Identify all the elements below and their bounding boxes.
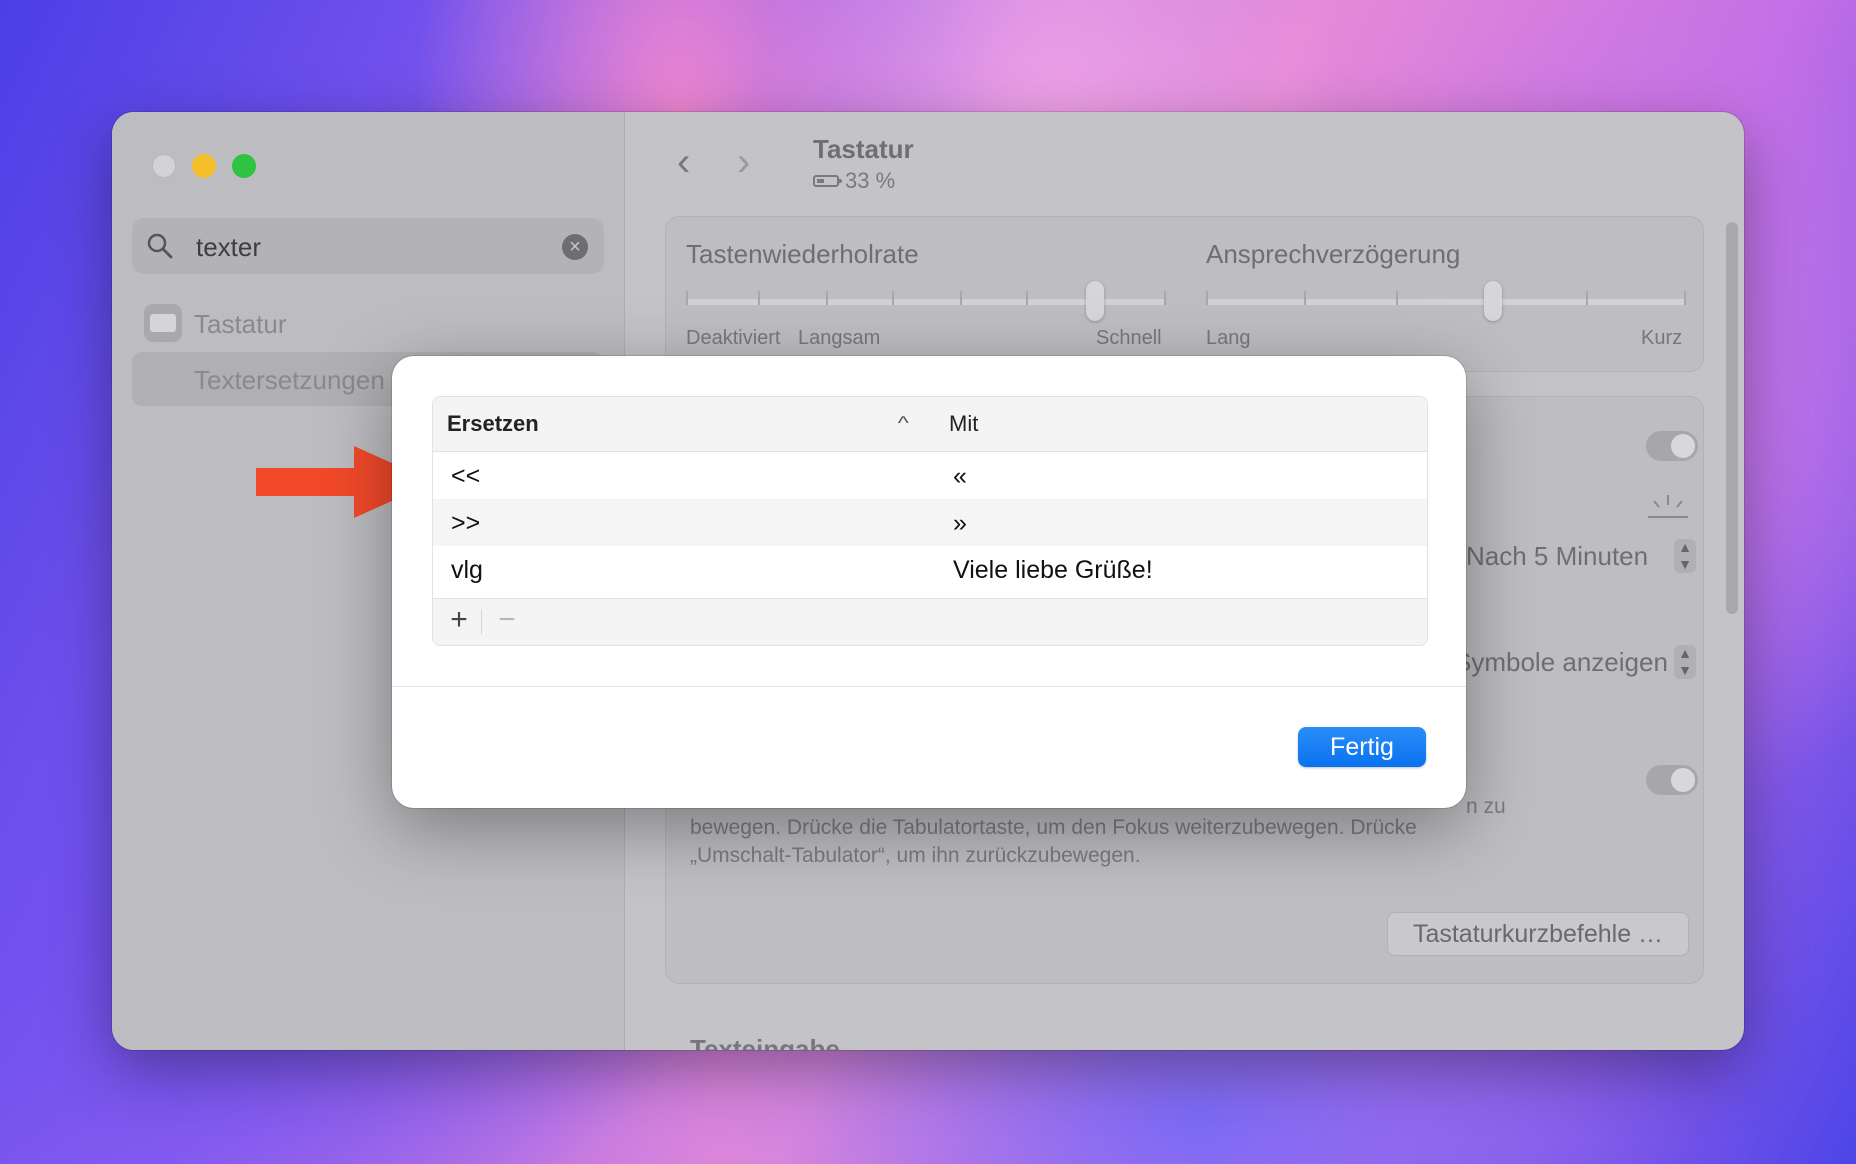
table-footer: + −	[433, 598, 1427, 645]
done-button[interactable]: Fertig	[1298, 727, 1426, 767]
repeat-label-fast: Schnell	[1096, 327, 1162, 349]
delay-knob[interactable]	[1484, 281, 1502, 321]
table-row[interactable]: << «	[433, 452, 1427, 499]
battery-status: 33 %	[813, 168, 895, 194]
sidebar-item-keyboard[interactable]: Tastatur	[132, 296, 604, 350]
forward-chevron-icon[interactable]: ›	[737, 142, 750, 182]
focus-description: bewegen. Drücke die Tabulatortaste, um d…	[690, 816, 1417, 867]
text-replacements-dialog: Ersetzen ^ Mit << « >> » vlg Viele liebe…	[392, 356, 1466, 808]
table-row[interactable]: vlg Viele liebe Grüße!	[433, 546, 1427, 593]
scrollbar[interactable]	[1726, 222, 1738, 614]
repeat-label-slow: Langsam	[798, 327, 881, 349]
replace-cell[interactable]: >>	[451, 509, 480, 538]
delay-slider[interactable]	[1206, 281, 1686, 321]
table-header: Ersetzen ^ Mit	[433, 397, 1427, 452]
replacements-table: Ersetzen ^ Mit << « >> » vlg Viele liebe…	[432, 396, 1428, 646]
replace-cell[interactable]: <<	[451, 462, 480, 491]
search-field[interactable]: texter ×	[132, 218, 604, 274]
remove-entry-button[interactable]: −	[493, 603, 521, 637]
sidebar-item-label: Tastatur	[194, 309, 287, 339]
key-repeat-panel: Tastenwiederholrate Deaktiviert Langsam …	[665, 216, 1704, 372]
table-row[interactable]: >> »	[433, 499, 1427, 546]
footer-divider	[481, 609, 482, 635]
with-cell[interactable]: Viele liebe Grüße!	[953, 556, 1153, 585]
minimize-button[interactable]	[192, 154, 216, 178]
search-input[interactable]: texter	[196, 232, 261, 263]
keyboard-shortcuts-button[interactable]: Tastaturkurzbefehle …	[1387, 912, 1689, 956]
replace-cell[interactable]: vlg	[451, 556, 483, 585]
brightness-toggle[interactable]	[1646, 431, 1698, 461]
search-icon	[147, 233, 173, 259]
clear-search-icon[interactable]: ×	[562, 234, 588, 260]
sort-ascending-icon[interactable]: ^	[898, 413, 909, 434]
repeat-rate-slider[interactable]	[686, 281, 1166, 321]
page-title: Tastatur	[813, 134, 914, 164]
column-header-with[interactable]: Mit	[949, 411, 978, 437]
add-entry-button[interactable]: +	[445, 603, 473, 637]
close-button[interactable]	[152, 154, 176, 178]
backlight-stepper-icon[interactable]: ▲ ▼	[1674, 539, 1696, 573]
brightness-high-icon	[1648, 495, 1688, 518]
backlight-off-value[interactable]: Nach 5 Minuten	[1466, 541, 1648, 572]
column-header-replace[interactable]: Ersetzen	[447, 411, 539, 437]
delay-label-short: Kurz	[1641, 327, 1683, 349]
repeat-label-off: Deaktiviert	[686, 327, 781, 349]
back-chevron-icon[interactable]: ‹	[677, 142, 690, 182]
delay-label-long: Lang	[1206, 327, 1251, 349]
delay-title: Ansprechverzögerung	[1206, 239, 1461, 269]
battery-icon	[813, 175, 842, 187]
keyboard-navigation-toggle[interactable]	[1646, 765, 1698, 795]
battery-level: 33 %	[845, 168, 896, 193]
repeat-rate-title: Tastenwiederholrate	[686, 239, 919, 269]
sidebar-item-label: Textersetzungen …	[194, 365, 419, 395]
keyboard-icon	[144, 304, 182, 342]
dialog-divider	[392, 686, 1466, 687]
with-cell[interactable]: »	[953, 509, 967, 538]
globe-key-stepper-icon[interactable]: ▲ ▼	[1674, 645, 1696, 679]
text-input-section-title: Texteingabe	[690, 1034, 840, 1050]
globe-key-value[interactable]: Symbole anzeigen	[1454, 647, 1668, 678]
zoom-button[interactable]	[232, 154, 256, 178]
repeat-rate-knob[interactable]	[1086, 281, 1104, 321]
with-cell[interactable]: «	[953, 462, 967, 491]
